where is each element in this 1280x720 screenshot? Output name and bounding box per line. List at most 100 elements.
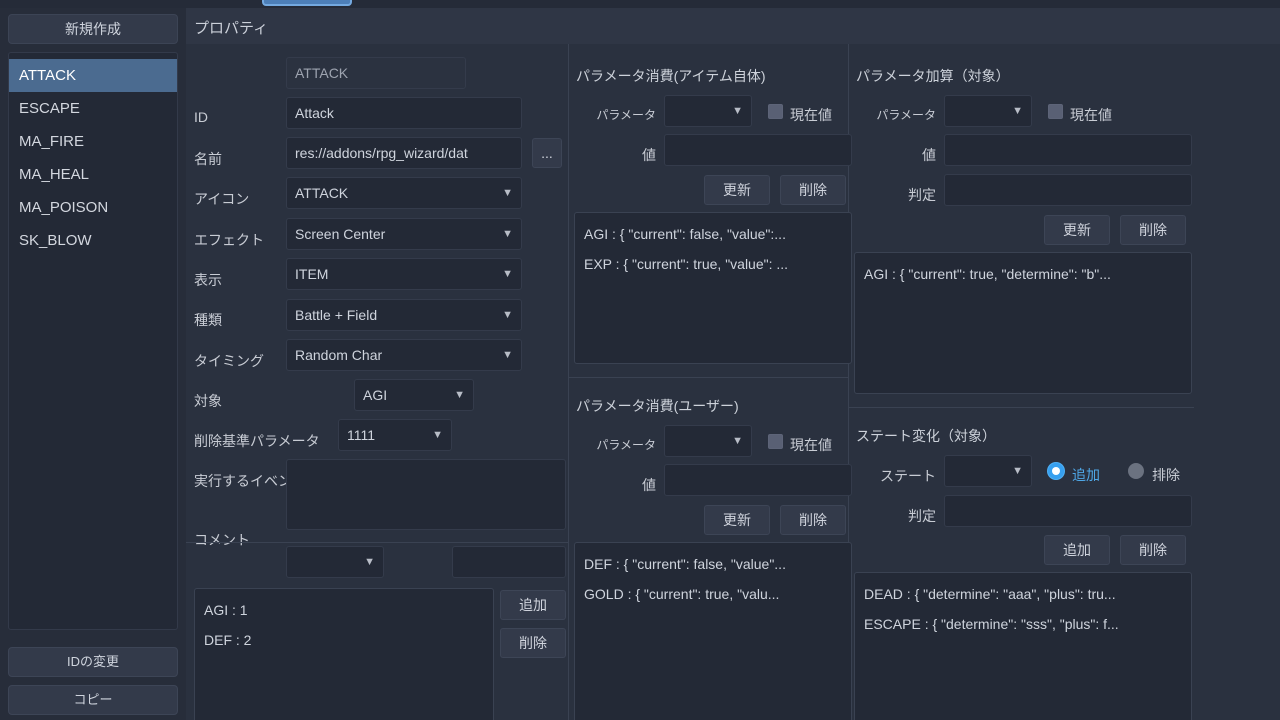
state-delete-button[interactable]: 削除	[1120, 535, 1186, 565]
kind-select[interactable]: ITEM ▼	[286, 258, 522, 290]
param-add-determine-input[interactable]	[944, 174, 1192, 206]
param-add-update-button[interactable]: 更新	[1044, 215, 1110, 245]
chevron-down-icon: ▼	[432, 429, 443, 441]
tab-strip	[0, 0, 1280, 8]
list-item[interactable]: ESCAPE	[9, 92, 177, 125]
item-consume-param-select[interactable]: ▼	[664, 95, 752, 127]
list-item[interactable]: AGI : { "current": false, "value":...	[575, 219, 851, 249]
column-divider-1	[568, 44, 569, 720]
icon-browse-button[interactable]: ...	[532, 138, 562, 168]
chevron-down-icon: ▼	[502, 309, 513, 321]
chevron-down-icon: ▼	[1012, 465, 1023, 477]
list-item[interactable]: DEAD : { "determine": "aaa", "plus": tru…	[855, 579, 1191, 609]
list-item[interactable]: AGI : { "current": true, "determine": "b…	[855, 259, 1191, 289]
section-divider	[569, 377, 848, 378]
param-delete-button[interactable]: 削除	[500, 628, 566, 658]
display-label: 表示	[194, 272, 222, 288]
item-consume-update-button[interactable]: 更新	[704, 175, 770, 205]
param-add-value-input[interactable]	[944, 134, 1192, 166]
exec-event-select[interactable]: 1111 ▼	[338, 419, 452, 451]
item-consume-delete-button[interactable]: 削除	[780, 175, 846, 205]
list-item[interactable]: ATTACK	[9, 59, 177, 92]
state-select[interactable]: ▼	[944, 455, 1032, 487]
param-add-list[interactable]: AGI : { "current": true, "determine": "b…	[854, 252, 1192, 394]
list-item[interactable]: MA_FIRE	[9, 125, 177, 158]
sidebar: 新規作成 ATTACK ESCAPE MA_FIRE MA_HEAL MA_PO…	[0, 8, 186, 720]
icon-path-input[interactable]: res://addons/rpg_wizard/dat	[286, 137, 522, 169]
tab-active-indicator[interactable]	[262, 0, 352, 6]
kind-label: 種類	[194, 312, 222, 328]
list-item[interactable]: DEF : 2	[195, 625, 493, 655]
timing-select-value: Battle + Field	[295, 307, 378, 323]
list-item[interactable]: GOLD : { "current": true, "valu...	[575, 579, 851, 609]
state-radio-remove[interactable]	[1128, 463, 1144, 479]
new-entry-button[interactable]: 新規作成	[8, 14, 178, 44]
user-consume-title: パラメータ消費(ユーザー)	[576, 398, 739, 414]
section-divider	[186, 542, 568, 543]
display-select[interactable]: Screen Center ▼	[286, 218, 522, 250]
user-consume-param-select[interactable]: ▼	[664, 425, 752, 457]
list-item[interactable]: MA_HEAL	[9, 158, 177, 191]
item-consume-value-label: 値	[642, 147, 656, 163]
delete-criteria-label: 削除基準パラメータ	[194, 433, 320, 449]
state-change-title: ステート変化（対象）	[856, 428, 996, 444]
item-consume-list[interactable]: AGI : { "current": false, "value":... EX…	[574, 212, 852, 364]
param-add-param-label: パラメータ	[876, 108, 936, 122]
state-radio-add-label[interactable]: 追加	[1072, 465, 1100, 485]
param-add-delete-button[interactable]: 削除	[1120, 215, 1186, 245]
state-radio-remove-label[interactable]: 排除	[1152, 465, 1180, 485]
delete-criteria-select[interactable]: AGI ▼	[354, 379, 474, 411]
chevron-down-icon: ▼	[502, 349, 513, 361]
user-consume-current-checkbox[interactable]	[768, 434, 783, 449]
chevron-down-icon: ▼	[502, 187, 513, 199]
comment-textarea[interactable]	[286, 459, 566, 530]
user-consume-value-label: 値	[642, 477, 656, 493]
list-item[interactable]: DEF : { "current": false, "value"...	[575, 549, 851, 579]
user-consume-value-input[interactable]	[664, 464, 852, 496]
param-add-param-select[interactable]: ▼	[944, 95, 1032, 127]
id-field[interactable]: ATTACK	[286, 57, 466, 89]
entry-list[interactable]: ATTACK ESCAPE MA_FIRE MA_HEAL MA_POISON …	[8, 52, 178, 630]
chevron-down-icon: ▼	[1012, 105, 1023, 117]
chevron-down-icon: ▼	[732, 435, 743, 447]
item-consume-value-input[interactable]	[664, 134, 852, 166]
param-value-input[interactable]	[452, 546, 566, 578]
item-consume-param-label: パラメータ	[596, 108, 656, 122]
target-select[interactable]: Random Char ▼	[286, 339, 522, 371]
user-consume-update-button[interactable]: 更新	[704, 505, 770, 535]
state-change-list[interactable]: DEAD : { "determine": "aaa", "plus": tru…	[854, 572, 1192, 720]
param-add-button[interactable]: 追加	[500, 590, 566, 620]
state-add-button[interactable]: 追加	[1044, 535, 1110, 565]
param-add-title: パラメータ加算（対象）	[856, 68, 1010, 84]
list-item[interactable]: AGI : 1	[195, 595, 493, 625]
effect-label: エフェクト	[194, 232, 264, 248]
item-consume-current-checkbox[interactable]	[768, 104, 783, 119]
list-item[interactable]: MA_POISON	[9, 191, 177, 224]
copy-button[interactable]: コピー	[8, 685, 178, 715]
param-add-determine-label: 判定	[908, 187, 936, 203]
item-consume-title: パラメータ消費(アイテム自体)	[576, 68, 766, 84]
state-radio-add[interactable]	[1048, 463, 1064, 479]
list-item[interactable]: ESCAPE : { "determine": "sss", "plus": f…	[855, 609, 1191, 639]
state-determine-input[interactable]	[944, 495, 1192, 527]
effect-select-value: ATTACK	[295, 185, 349, 201]
chevron-down-icon: ▼	[454, 389, 465, 401]
timing-label: タイミング	[194, 353, 264, 369]
user-consume-delete-button[interactable]: 削除	[780, 505, 846, 535]
user-consume-param-label: パラメータ	[596, 438, 656, 452]
exec-event-value: 1111	[347, 427, 376, 443]
user-consume-list[interactable]: DEF : { "current": false, "value"... GOL…	[574, 542, 852, 720]
effect-select[interactable]: ATTACK ▼	[286, 177, 522, 209]
timing-select[interactable]: Battle + Field ▼	[286, 299, 522, 331]
state-determine-label: 判定	[908, 508, 936, 524]
chevron-down-icon: ▼	[502, 228, 513, 240]
list-item[interactable]: EXP : { "current": true, "value": ...	[575, 249, 851, 279]
comment-label: コメント	[194, 532, 250, 548]
change-id-button[interactable]: IDの変更	[8, 647, 178, 677]
param-select[interactable]: ▼	[286, 546, 384, 578]
main-content: ID ATTACK 名前 Attack アイコン res://addons/rp…	[186, 44, 1280, 720]
param-add-current-checkbox[interactable]	[1048, 104, 1063, 119]
param-list[interactable]: AGI : 1 DEF : 2	[194, 588, 494, 720]
list-item[interactable]: SK_BLOW	[9, 224, 177, 257]
name-input[interactable]: Attack	[286, 97, 522, 129]
